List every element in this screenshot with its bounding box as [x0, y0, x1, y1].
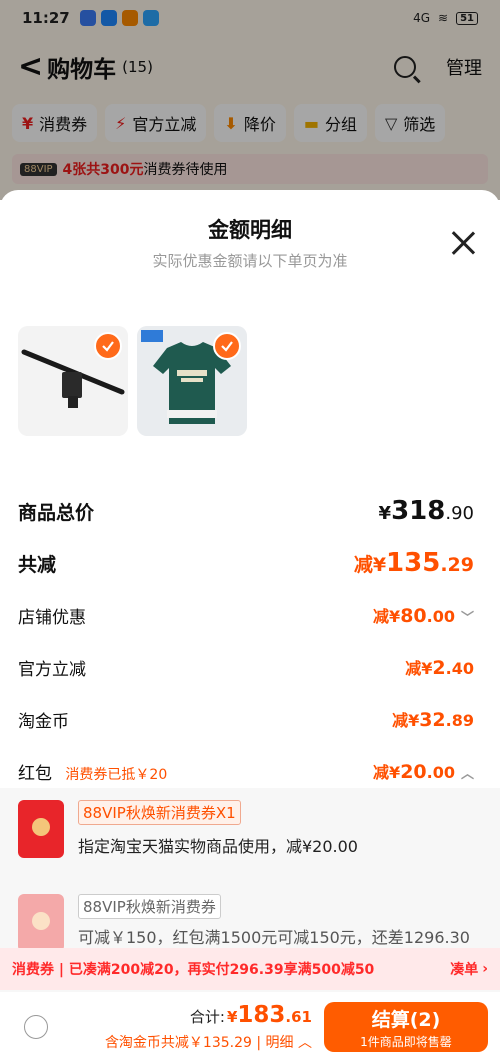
- amount-int: 2: [432, 657, 446, 679]
- product-thumb-monitor-light[interactable]: [18, 326, 128, 436]
- red-envelope-icon: [18, 800, 64, 858]
- amount-dec: .89: [445, 711, 474, 730]
- total-reduce-row: 共减 减¥ 135 .29: [18, 537, 474, 589]
- add-on-label: 凑单: [450, 962, 479, 978]
- red-packet-subtag: 消费券已抵￥20: [65, 766, 168, 783]
- checkout-sublabel: 1件商品即将售罄: [360, 1034, 452, 1049]
- goods-total-value: ¥ 318 .90: [379, 496, 474, 526]
- official-reduce-row: 官方立减 减¥ 2 .40: [18, 641, 474, 693]
- total-summary: 合计: ¥183.61 含淘金币共减￥135.29 | 明细 ︿: [105, 1002, 312, 1052]
- checked-icon[interactable]: [213, 332, 241, 360]
- detail-text: 含淘金币共减￥135.29 | 明细: [104, 1035, 294, 1051]
- currency-symbol: ¥: [226, 1008, 238, 1026]
- taobao-coin-value: 减¥ 32 .89: [392, 707, 474, 731]
- reduce-prefix: 减¥: [373, 763, 401, 782]
- amount-int: 32: [419, 709, 446, 731]
- reduce-prefix: 减¥: [392, 711, 420, 730]
- chevron-up-icon: ︿: [298, 1035, 312, 1051]
- reduce-prefix: 减¥: [405, 659, 433, 678]
- row-label: 红包 消费券已抵￥20: [18, 759, 167, 784]
- amount-detail-sheet: 金额明细 实际优惠金额请以下单页为准 商品总价 ¥ 318 .90 共减 减¥ …: [0, 190, 500, 1062]
- red-packet-desc: 指定淘宝天猫实物商品使用，减¥20.00: [78, 837, 358, 856]
- amount-int: 80: [400, 605, 427, 627]
- add-on-link[interactable]: 凑单 ›: [450, 959, 488, 979]
- chevron-down-icon: ﹀: [460, 611, 474, 626]
- shop-discount-row[interactable]: 店铺优惠 减¥ 80 .00 ﹀: [18, 589, 474, 641]
- select-all-radio[interactable]: [24, 1015, 48, 1039]
- red-packet-value: 减¥ 20 .00 ︿: [373, 759, 474, 783]
- reduce-prefix: 减¥: [373, 607, 401, 626]
- red-envelope-icon: [18, 894, 64, 952]
- total-label: 合计:: [189, 1008, 225, 1026]
- red-packet-item[interactable]: 88VIP秋焕新消费券X1 指定淘宝天猫实物商品使用，减¥20.00: [0, 788, 500, 858]
- row-label: 共减: [18, 553, 57, 576]
- red-packet-label: 红包: [18, 763, 52, 784]
- checked-icon[interactable]: [94, 332, 122, 360]
- amount-dec: .90: [445, 503, 474, 524]
- close-icon[interactable]: [450, 230, 476, 256]
- row-label: 商品总价: [18, 501, 95, 524]
- shop-discount-value: 减¥ 80 .00 ﹀: [373, 603, 474, 627]
- amount-int: 135: [386, 548, 441, 578]
- amount-dec: .29: [440, 554, 474, 576]
- reduce-prefix: 减¥: [353, 554, 387, 576]
- checkout-label: 结算(2): [371, 1008, 441, 1031]
- taobao-coin-row: 淘金币 减¥ 32 .89: [18, 693, 474, 745]
- amount-dec: .00: [426, 607, 455, 626]
- amount-int: 20: [400, 761, 427, 783]
- row-label: 官方立减: [18, 659, 86, 680]
- product-thumb-tshirt[interactable]: [137, 326, 247, 436]
- total-line: 合计: ¥183.61: [105, 1002, 312, 1028]
- red-packet-tag: 88VIP秋焕新消费券X1: [78, 800, 241, 825]
- total-reduce-value: 减¥ 135 .29: [354, 548, 474, 578]
- amount-dec: .61: [285, 1008, 312, 1026]
- detail-link[interactable]: 含淘金币共减￥135.29 | 明细 ︿: [105, 1032, 312, 1052]
- amount-rows: 商品总价 ¥ 318 .90 共减 减¥ 135 .29 店铺优惠 减¥ 80 …: [18, 485, 474, 797]
- red-packet-tag: 88VIP秋焕新消费券: [78, 894, 221, 919]
- checkout-button[interactable]: 结算(2) 1件商品即将售罄: [324, 1002, 488, 1052]
- product-thumbnails: [18, 326, 247, 436]
- chevron-up-icon: ︿: [460, 767, 474, 782]
- sheet-subtitle: 实际优惠金额请以下单页为准: [152, 252, 348, 270]
- amount-int: 318: [391, 496, 446, 526]
- modal-overlay[interactable]: [0, 0, 500, 200]
- row-label: 店铺优惠: [18, 607, 86, 628]
- amount-int: 183: [237, 1002, 286, 1028]
- coupon-promo-bar[interactable]: 消费券 | 已凑满200减20，再实付296.39享满500减50 凑单 ›: [0, 948, 500, 990]
- amount-dec: .00: [426, 763, 455, 782]
- chevron-right-icon: ›: [482, 961, 488, 977]
- total-amount: ¥183.61: [227, 1002, 312, 1028]
- checkout-footer: 合计: ¥183.61 含淘金币共减￥135.29 | 明细 ︿ 结算(2) 1…: [0, 992, 500, 1062]
- currency-symbol: ¥: [378, 503, 392, 524]
- goods-total-row: 商品总价 ¥ 318 .90: [18, 485, 474, 537]
- row-label: 淘金币: [18, 711, 69, 732]
- sheet-title: 金额明细: [208, 218, 292, 242]
- official-reduce-value: 减¥ 2 .40: [405, 655, 474, 679]
- amount-dec: .40: [445, 659, 474, 678]
- coupon-promo-text: 消费券 | 已凑满200减20，再实付296.39享满500减50: [12, 962, 375, 978]
